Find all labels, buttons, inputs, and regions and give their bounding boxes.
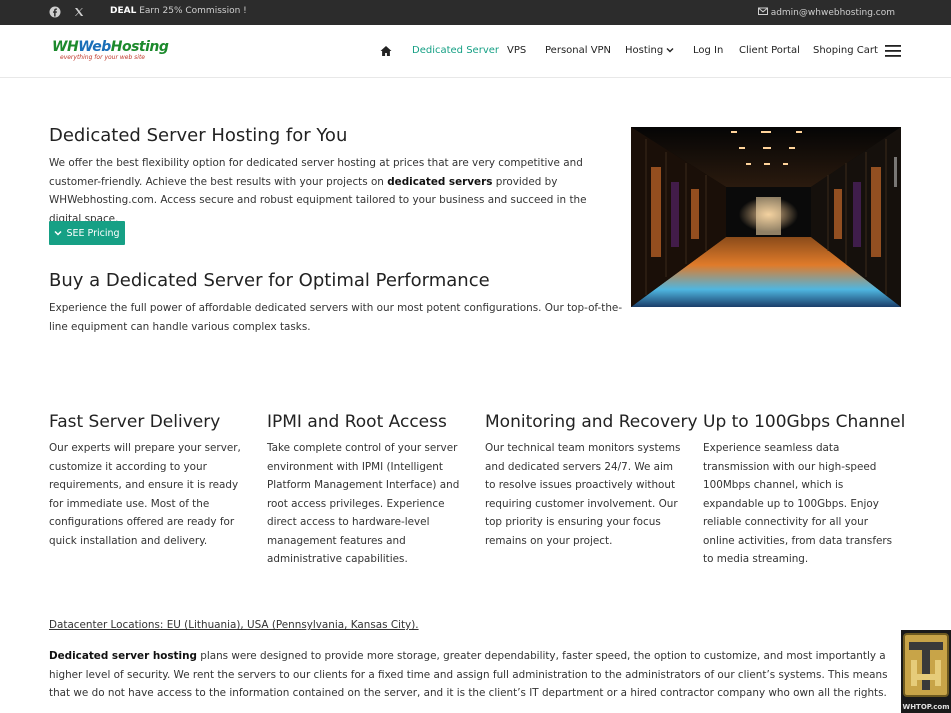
feature-title: IPMI and Root Access	[267, 412, 447, 432]
feature-title: Fast Server Delivery	[49, 412, 221, 432]
main-navbar: WHWebHosting everything for your web sit…	[0, 25, 951, 78]
feature-text: Take complete control of your server env…	[267, 442, 460, 565]
page-title: Dedicated Server Hosting for You	[49, 125, 348, 146]
intro-paragraph: We offer the best flexibility option for…	[49, 157, 587, 225]
x-twitter-icon[interactable]	[73, 6, 85, 18]
whtop-watermark-logo: WHTOP.com	[901, 630, 951, 713]
nav-log-in[interactable]: Log In	[693, 44, 723, 58]
nav-shopping-cart[interactable]: Shoping Cart	[813, 44, 878, 58]
nav-personal-vpn[interactable]: Personal VPN	[545, 44, 611, 58]
nav-dedicated-server[interactable]: Dedicated Server	[412, 44, 499, 58]
buy-paragraph: Experience the full power of affordable …	[49, 302, 623, 333]
feature-text: Our technical team monitors systems and …	[485, 442, 681, 547]
datacenter-locations-link[interactable]: Datacenter Locations: EU (Lithuania), US…	[49, 619, 419, 631]
dedicated-hosting-paragraph: Dedicated server hosting plans were desi…	[49, 650, 888, 699]
feature-text: Experience seamless data transmission wi…	[703, 442, 893, 565]
facebook-icon[interactable]	[49, 6, 61, 18]
social-links	[49, 6, 85, 18]
watermark-text: WHTOP.com	[902, 703, 949, 711]
buy-section-title: Buy a Dedicated Server for Optimal Perfo…	[49, 270, 490, 291]
nav-hosting[interactable]: Hosting	[625, 44, 674, 58]
hamburger-icon[interactable]	[885, 45, 901, 57]
nav-hosting-label: Hosting	[625, 45, 664, 56]
feature-monitoring-recovery: Monitoring and Recovery Our technical te…	[485, 412, 698, 550]
dedicated-servers-link[interactable]: dedicated servers	[387, 176, 492, 188]
home-icon[interactable]	[380, 44, 392, 57]
nav-client-portal[interactable]: Client Portal	[739, 44, 800, 58]
feature-ipmi-root-access: IPMI and Root Access Take complete contr…	[267, 412, 467, 569]
feature-title: Monitoring and Recovery	[485, 412, 698, 432]
see-pricing-button[interactable]: SEE Pricing	[49, 221, 125, 245]
chevron-down-icon	[666, 48, 674, 53]
feature-fast-server-delivery: Fast Server Delivery Our experts will pr…	[49, 412, 249, 550]
contact-email[interactable]: admin@whwebhosting.com	[757, 6, 895, 19]
feature-title: Up to 100Gbps Channel	[703, 412, 906, 432]
chevron-down-icon	[54, 230, 62, 236]
deal-text: Earn 25% Commission !	[139, 6, 247, 16]
nav-menu: Dedicated Server VPS Personal VPN Hostin…	[0, 44, 951, 58]
dedicated-hosting-bold: Dedicated server hosting	[49, 650, 197, 662]
feature-100gbps-channel: Up to 100Gbps Channel Experience seamles…	[703, 412, 906, 569]
feature-text: Our experts will prepare your server, cu…	[49, 442, 241, 547]
email-address: admin@whwebhosting.com	[770, 7, 895, 18]
datacenter-image	[631, 127, 901, 307]
see-pricing-label: SEE Pricing	[66, 227, 120, 239]
deal-label: DEAL	[110, 6, 137, 16]
envelope-icon	[757, 6, 768, 19]
top-bar: DEAL Earn 25% Commission ! admin@whwebho…	[0, 0, 951, 25]
deal-banner[interactable]: DEAL Earn 25% Commission !	[110, 6, 247, 16]
nav-vps[interactable]: VPS	[507, 44, 526, 58]
